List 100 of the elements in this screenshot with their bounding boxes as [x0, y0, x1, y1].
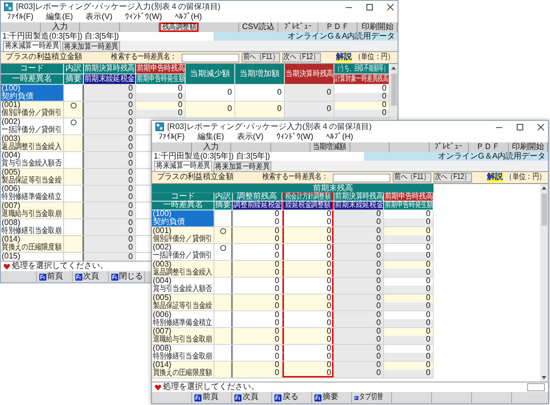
code-cell[interactable]: (007) 退職給与引当金取崩: [152, 328, 214, 344]
code-cell[interactable]: (007) 退職給与引当金取崩: [0, 202, 64, 218]
menu-item[interactable]: 表示(V): [86, 14, 112, 22]
code-cell[interactable]: (005) 製品保証等引当金繰: [0, 168, 64, 185]
code-cell[interactable]: (100) 契約負債: [152, 210, 214, 226]
row-code: (007): [152, 328, 172, 336]
tab[interactable]: 将来減算一時差異: [154, 160, 212, 172]
table-cell: 0: [282, 235, 334, 244]
code-cell[interactable]: (004) 賞与引当金繰入額否: [152, 278, 214, 294]
code-cell[interactable]: (006) 特別修繕準備金積立: [0, 186, 64, 202]
search-field[interactable]: [332, 173, 390, 182]
code-cell[interactable]: (002) 一括評価分／貸倒引: [0, 118, 64, 134]
nav-button[interactable]: 次へ（F12）: [282, 52, 321, 62]
table-cell: 0: [384, 302, 433, 310]
function-key-button[interactable]: 次頁: [232, 392, 272, 404]
maximize-icon[interactable]: [366, 2, 374, 11]
table-cell: 0: [384, 336, 433, 344]
data-source-banner: オンラインG＆A内読用データ: [214, 32, 398, 41]
menu-item[interactable]: 表示(V): [236, 134, 264, 142]
table-cell: 0: [232, 328, 282, 336]
tab[interactable]: 将来加算一時差異: [62, 42, 120, 52]
menu-item[interactable]: ｳｨﾝﾄﾞｳ(W): [125, 14, 162, 22]
menu-item[interactable]: ﾌｧｲﾙ(F): [158, 134, 185, 142]
code-cell[interactable]: (008) 特別修繕引当金取崩: [152, 344, 214, 361]
unit-label: （単位：円）: [506, 174, 547, 182]
menu-item[interactable]: ﾍﾙﾌﾟ(H): [174, 14, 202, 22]
code-cell[interactable]: (004) 賞与引当金繰入額否: [0, 152, 64, 168]
table-cell: 0: [384, 268, 433, 277]
table-cell: 0: [334, 294, 384, 302]
tab[interactable]: 将来減算一時差異: [3, 40, 61, 52]
code-cell[interactable]: (005) 製品保証等引当金繰: [152, 294, 214, 310]
code-cell[interactable]: (001) 個別評価分／貸倒引: [152, 227, 214, 244]
menu-item[interactable]: ｳｨﾝﾄﾞｳ(W): [276, 134, 314, 142]
code-cell[interactable]: (014) 買換えの圧縮限度額: [0, 236, 64, 252]
toolbar-button[interactable]: CSV読込: [238, 22, 279, 32]
toolbar-button[interactable]: ＰＤＦ: [468, 142, 508, 152]
toolbar-button[interactable]: 残高調整額: [160, 22, 200, 32]
up-arrow-icon[interactable]: [390, 64, 397, 72]
row-name: 返品調整引当金繰入: [152, 268, 213, 277]
table-cell: 0: [84, 168, 136, 177]
scroll-bar[interactable]: [390, 64, 398, 118]
search-field[interactable]: [182, 53, 240, 62]
toolbar-button[interactable]: ﾌﾟﾚﾋﾞｭｰ: [429, 142, 469, 152]
code-cell[interactable]: (100) 契約負債: [0, 84, 64, 101]
table-cell: 0: [136, 110, 185, 118]
up-arrow-icon[interactable]: [540, 184, 548, 192]
table-cell: 0: [282, 252, 334, 260]
code-cell[interactable]: (014) 買換えの圧縮限度額: [152, 362, 214, 378]
section-label: プラスの利益積立金額: [156, 174, 235, 182]
down-arrow-icon[interactable]: [540, 374, 548, 381]
close-icon[interactable]: [536, 122, 545, 131]
toolbar-button[interactable]: 当期増減額: [310, 142, 350, 152]
toolbar-button[interactable]: 入力: [40, 22, 80, 32]
code-cell[interactable]: (003) 返品調整引当金繰入: [152, 260, 214, 277]
window-title: [R03]レポーティング･パッケージ入力(別表４の留保項目): [16, 2, 220, 11]
toolbar-button[interactable]: ﾌﾟﾚﾋﾞｭｰ: [278, 22, 318, 32]
table-cell: 0: [384, 260, 433, 269]
toolbar-button[interactable]: ＰＤＦ: [318, 22, 358, 32]
function-key-button[interactable]: 閉じる: [108, 271, 145, 282]
table-cell: 0: [232, 311, 282, 320]
code-cell[interactable]: (008) 特別修繕引当金取崩: [0, 219, 64, 236]
column-header: 前期決算時残高: [334, 192, 384, 202]
table-cell: 0: [84, 186, 136, 194]
scroll-bar[interactable]: [540, 184, 548, 382]
menu-item[interactable]: ﾍﾙﾌﾟ(H): [326, 134, 354, 142]
scroll-thumb[interactable]: [541, 194, 547, 226]
tab[interactable]: 将来加算一時差異: [214, 162, 272, 172]
code-cell[interactable]: (002) 一括評価分／貸倒引: [152, 244, 214, 260]
menu-item[interactable]: ﾌｧｲﾙ(F): [7, 14, 34, 22]
maximize-icon[interactable]: [516, 122, 524, 131]
code-cell[interactable]: (001) 個別評価分／貸倒引: [0, 102, 64, 118]
toolbar-button[interactable]: 入力: [192, 142, 232, 152]
scroll-thumb[interactable]: [390, 74, 396, 106]
data-source-banner: オンラインG＆A内読用データ: [364, 152, 548, 161]
code-cell[interactable]: (006) 特別修繕準備金積立: [152, 311, 214, 328]
row-code: (014): [152, 362, 172, 370]
code-cell[interactable]: (015): [0, 252, 64, 262]
menu-item[interactable]: 編集(E): [46, 14, 73, 22]
toolbar-button[interactable]: 印刷開始: [508, 142, 548, 152]
function-key-button[interactable]: 前頁: [36, 271, 73, 282]
nav-button[interactable]: 前へ（F11）: [392, 172, 432, 182]
function-key-button[interactable]: 次頁: [72, 271, 109, 282]
nav-button[interactable]: 次へ（F12）: [434, 172, 472, 182]
help-button[interactable]: 解説: [487, 172, 504, 182]
row-code: (003): [0, 135, 20, 144]
row-name: 契約負債: [152, 218, 186, 226]
table-cell: 0: [334, 227, 384, 236]
nav-button[interactable]: 前へ（F11）: [242, 52, 280, 62]
row-code: (001): [152, 227, 172, 236]
menu-item[interactable]: 編集(E): [197, 134, 224, 142]
function-key-button[interactable]: 前頁: [192, 392, 232, 404]
help-button[interactable]: 解説: [336, 52, 352, 62]
code-cell[interactable]: (003) 返品調整引当金繰入: [0, 135, 64, 152]
row-name: 特別修繕準備金積立: [152, 319, 213, 328]
function-key-button[interactable]: 摘要: [312, 392, 352, 404]
table-cell: 0: [282, 286, 334, 294]
function-key-button[interactable]: 戻る: [272, 392, 312, 404]
close-icon[interactable]: [386, 2, 394, 11]
toolbar-button[interactable]: 印刷開始: [358, 22, 398, 32]
function-key-button[interactable]: タブ切替: [352, 392, 392, 404]
